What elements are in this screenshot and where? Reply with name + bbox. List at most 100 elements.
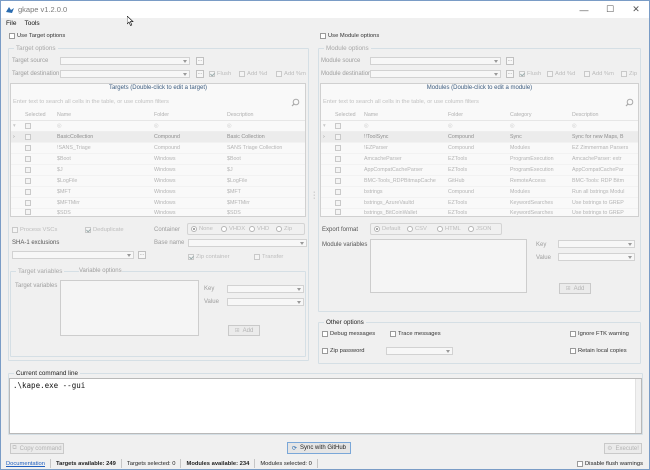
use-target-box[interactable] [9,33,15,39]
module-source-browse-button[interactable]: ... [506,57,514,65]
table-row[interactable]: BMC-Tools_RDPBitmapCache GitHub RemoteAcce… [321,176,638,187]
module-destination-browse-button[interactable]: ... [506,70,514,78]
target-destination-combo[interactable] [60,70,190,78]
container-zip-radio[interactable]: Zip [276,226,292,232]
filter-selected-box[interactable] [25,122,31,129]
transfer-checkbox[interactable]: Transfer [254,254,283,260]
col-name[interactable]: Name [362,112,446,118]
table-row[interactable]: bstrings_BitCoinWallet EZTools KeywordSear… [321,209,638,216]
table-row[interactable]: AppCompatCacheParser EZTools ProgramExecut… [321,165,638,176]
module-add-button[interactable]: ⊞ Add [559,283,591,294]
target-flush-checkbox[interactable]: Flush [209,71,231,77]
zip-password-checkbox[interactable]: Zip password [322,348,364,354]
filter-name-icon[interactable]: ◎ [362,123,446,129]
retain-local-box[interactable] [570,348,576,354]
minimize-button[interactable]: — [571,1,597,18]
target-key-combo[interactable] [227,285,304,293]
ignore-ftk-box[interactable] [570,331,576,337]
modules-filter-row[interactable]: ▾ ◎ ◎ ◎ ◎ [321,121,638,132]
table-row[interactable]: $MFTMirr Windows $MFTMirr [11,198,305,209]
table-row[interactable]: $Boot Windows $Boot [11,154,305,165]
export-default-radio[interactable]: Default [374,226,400,232]
table-row[interactable]: !SANS_Triage Compound SANS Triage Collecti… [11,143,305,154]
target-add-button[interactable]: ⊞ Add [228,325,260,336]
module-key-combo[interactable] [558,240,635,248]
sha1-exclusions-combo[interactable] [12,251,134,259]
command-line-scrollbar[interactable] [635,379,641,433]
menu-tools[interactable]: Tools [24,20,39,27]
module-flush-checkbox[interactable]: Flush [519,71,541,77]
variable-options-link[interactable]: Variable options [79,268,122,274]
module-destination-combo[interactable] [370,70,501,78]
disable-flush-checkbox[interactable]: Disable flush warnings [577,460,649,467]
table-row[interactable]: bstrings_AzureVaultd EZTools KeywordSearch… [321,198,638,209]
col-selected[interactable]: Selected [23,112,55,118]
filter-folder-icon[interactable]: ◎ [152,123,225,129]
module-add-d-box[interactable] [547,71,553,77]
module-flush-box[interactable] [519,71,525,77]
module-add-m-checkbox[interactable]: Add %m [584,71,614,77]
table-row[interactable]: $SDS Windows $SDS [11,209,305,216]
col-folder[interactable]: Folder [446,112,508,118]
filter-name-icon[interactable]: ◎ [55,123,152,129]
table-row[interactable]: $MFT Windows $MFT [11,187,305,198]
col-folder[interactable]: Folder [152,112,225,118]
target-add-m-checkbox[interactable]: Add %m [276,71,306,77]
export-html-radio[interactable]: HTML [437,226,461,232]
process-vscs-checkbox[interactable]: Process VSCs [12,227,57,233]
process-vscs-box[interactable] [12,227,18,233]
trace-messages-checkbox[interactable]: Trace messages [390,331,441,337]
close-button[interactable]: ✕ [623,1,649,18]
filter-category-icon[interactable]: ◎ [508,123,570,129]
target-destination-browse-button[interactable]: ... [196,70,204,78]
transfer-box[interactable] [254,254,260,260]
execute-button[interactable]: ⚙ Execute! [604,443,642,454]
menu-file[interactable]: File [6,20,16,27]
disable-flush-box[interactable] [577,460,583,467]
target-source-browse-button[interactable]: ... [196,57,204,65]
col-category[interactable]: Category [508,112,570,118]
retain-local-checkbox[interactable]: Retain local copies [570,348,627,354]
table-row[interactable]: $J Windows $J [11,165,305,176]
table-row[interactable]: AmcacheParser EZTools ProgramExecution Amca… [321,154,638,165]
col-description[interactable]: Description [225,112,305,118]
debug-messages-checkbox[interactable]: Debug messages [322,331,375,337]
module-zip-checkbox[interactable]: Zip [621,71,637,77]
module-source-combo[interactable] [370,57,501,65]
zip-container-box[interactable] [188,254,194,260]
filter-description-icon[interactable]: ◎ [225,123,305,129]
container-vhd-radio[interactable]: VHD [249,226,269,232]
table-row[interactable]: › !!ToolSync Compound Sync Sync for new … [321,132,638,143]
zip-container-checkbox[interactable]: Zip container [188,254,230,260]
ignore-ftk-checkbox[interactable]: Ignore FTK warning [570,331,629,337]
command-line-textbox[interactable]: .\kape.exe --gui [9,378,642,434]
copy-command-button[interactable]: ⧉ Copy command [10,443,64,454]
sync-github-button[interactable]: ⟳ Sync with GitHub [287,442,351,454]
export-csv-radio[interactable]: CSV [407,226,427,232]
target-add-m-box[interactable] [276,71,282,77]
splitter-grip-icon[interactable]: · · · [313,189,315,202]
use-module-checkbox[interactable]: Use Module options [320,33,379,39]
use-module-box[interactable] [320,33,326,39]
container-none-radio[interactable]: None [191,226,213,232]
module-add-d-checkbox[interactable]: Add %d [547,71,575,77]
trace-messages-box[interactable] [390,331,396,337]
col-selected[interactable]: Selected [333,112,362,118]
targets-search-input[interactable]: Enter text to search all cells in the ta… [13,99,303,105]
container-vhdx-radio[interactable]: VHDX [221,226,245,232]
export-json-radio[interactable]: JSON [468,226,491,232]
use-target-checkbox[interactable]: Use Target options [9,33,65,39]
target-value-combo[interactable] [227,298,304,306]
debug-messages-box[interactable] [322,331,328,337]
deduplicate-checkbox[interactable]: Deduplicate [85,227,124,233]
target-add-d-checkbox[interactable]: Add %d [239,71,267,77]
module-add-m-box[interactable] [584,71,590,77]
module-variables-textarea[interactable] [370,239,527,293]
documentation-link[interactable]: Documentation [6,461,45,467]
zip-password-input[interactable] [386,347,453,355]
table-row[interactable]: › BasicCollection Compound Basic Collect… [11,132,305,143]
target-flush-box[interactable] [209,71,215,77]
maximize-button[interactable]: ☐ [597,1,623,18]
target-variables-textarea[interactable] [60,280,199,336]
table-row[interactable]: !EZParser Compound Modules EZ Zimmerman Par… [321,143,638,154]
